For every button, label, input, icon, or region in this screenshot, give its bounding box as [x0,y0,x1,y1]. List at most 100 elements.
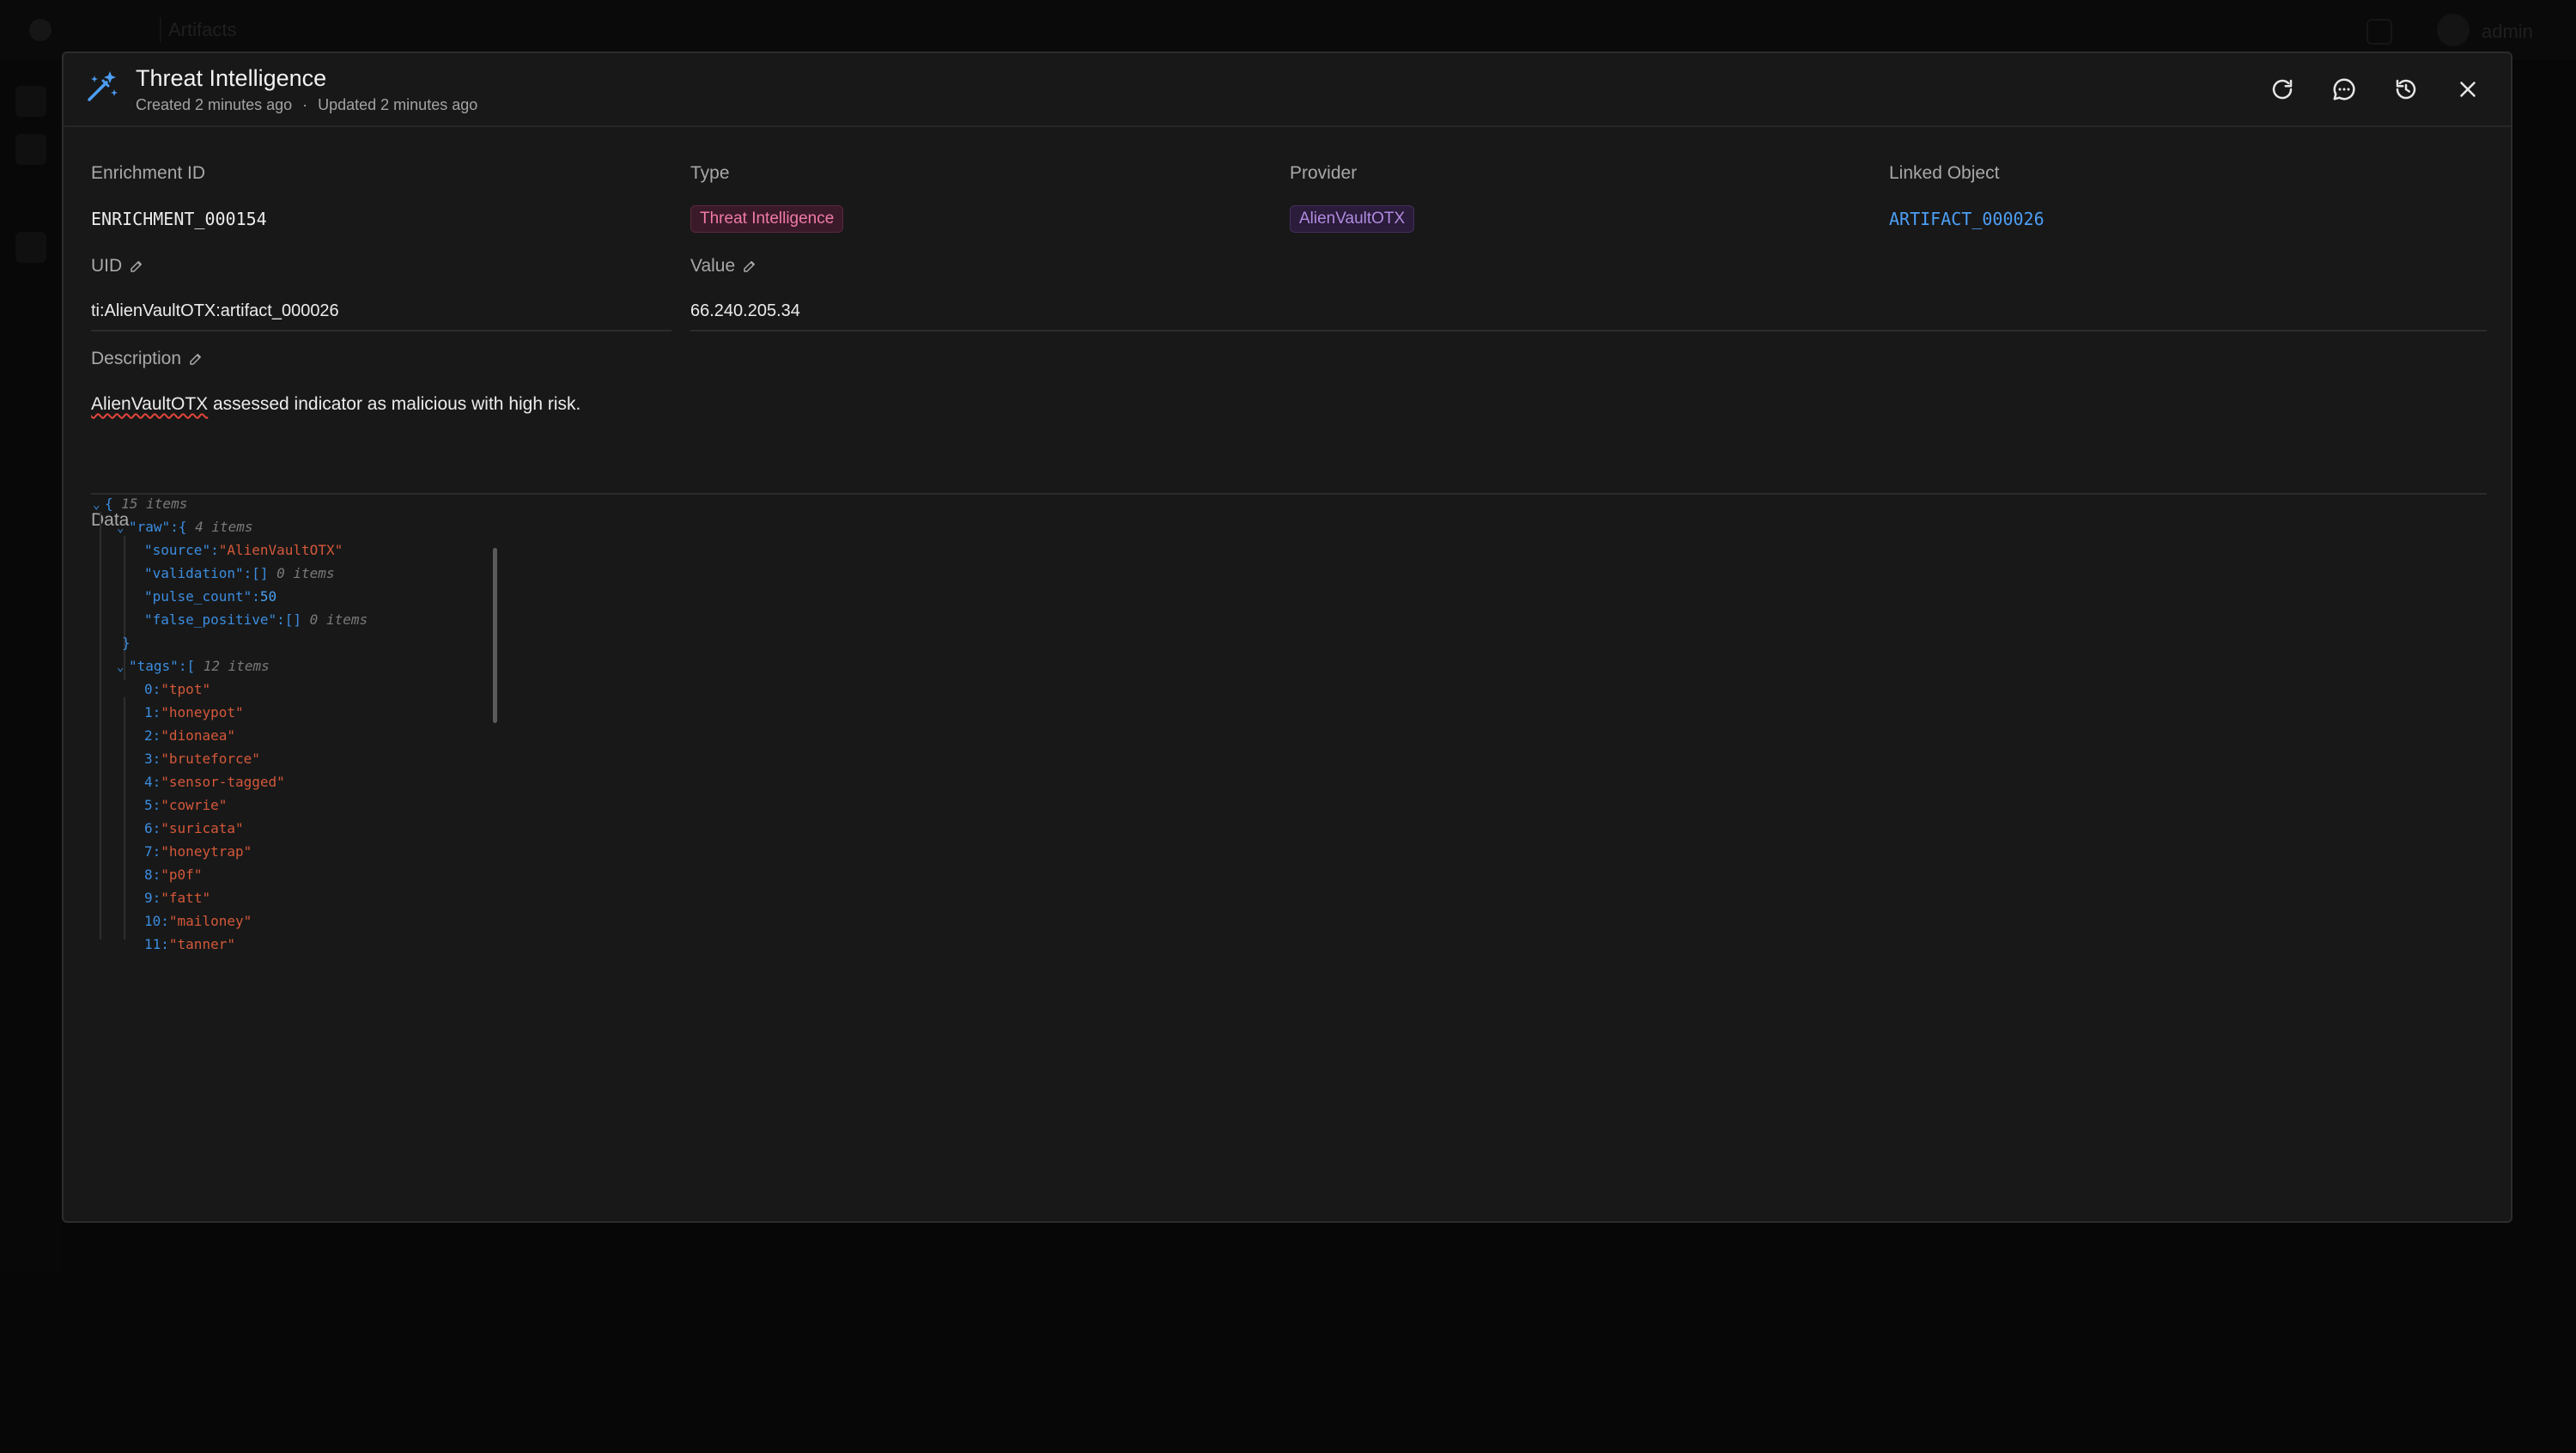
json-index: 6 [144,820,153,836]
misspelled-word: AlienVaultOTX [91,394,209,414]
json-tag-item: 5:"cowrie" [144,797,228,813]
background-sidebar-item [15,232,46,263]
background-sidebar [0,60,62,1274]
json-index: 4 [144,774,153,790]
refresh-button[interactable] [2265,72,2300,106]
json-false-positive-line: "false_positive":[] 0 items [144,611,368,628]
modal-header: Threat Intelligence Created 2 minutes ag… [64,53,2511,127]
edit-uid-icon[interactable] [129,258,144,274]
json-string: "suricata" [161,820,244,836]
json-string: "honeytrap" [161,843,252,860]
json-string: "bruteforce" [161,751,260,767]
background-notification-icon [2366,19,2392,45]
linked-object-link[interactable]: ARTIFACT_000026 [1889,209,2044,229]
json-guide-tags [124,697,125,939]
magic-wand-icon [84,69,120,105]
modal-subtitle: Created 2 minutes ago · Updated 2 minutes … [136,96,477,114]
linked-object-label: Linked Object [1889,163,2000,183]
provider-label: Provider [1290,163,1358,183]
uid-underline [91,330,671,331]
refresh-icon [2272,79,2293,100]
comment-icon [2333,78,2355,100]
edit-description-icon[interactable] [188,351,204,367]
collapse-caret-icon[interactable]: ⌄ [93,494,105,516]
json-key: "false_positive" [144,611,277,628]
value-label: Value [690,256,757,277]
app-logo-icon [29,19,52,41]
description-rest: assessed indicator as malicious with hig… [208,394,581,414]
uid-label-text: UID [91,256,123,276]
json-key: "pulse_count" [144,588,252,605]
json-pulse-line: "pulse_count":50 [144,588,277,605]
edit-value-icon[interactable] [742,258,757,274]
json-index: 0 [144,681,153,697]
json-validation-line: "validation":[] 0 items [144,565,335,581]
history-button[interactable] [2389,72,2423,106]
json-index: 1 [144,704,153,720]
json-string: "cowrie" [161,797,228,813]
json-index: 7 [144,843,153,860]
value-value[interactable]: 66.240.205.34 [690,301,800,321]
json-colon: :{ [170,519,196,535]
description-value[interactable]: AlienVaultOTX assessed indicator as mali… [91,394,580,415]
json-index: 2 [144,727,153,744]
json-tag-item: 10:"mailoney" [144,913,252,929]
background-breadcrumb: Artifacts [168,19,237,40]
collapse-caret-icon[interactable]: ⌄ [117,656,129,678]
enrichment-id-label: Enrichment ID [91,163,206,183]
background-sidebar-item [15,134,46,165]
json-tag-item: 7:"honeytrap" [144,843,252,860]
json-tag-item: 0:"tpot" [144,681,211,697]
json-raw-line[interactable]: ⌄ "raw":{ 4 items [117,516,253,538]
enrichment-id-value: ENRICHMENT_000154 [91,209,267,229]
uid-value[interactable]: ti:AlienVaultOTX:artifact_000026 [91,301,339,321]
json-index: 11 [144,936,161,952]
json-string: "fatt" [161,890,211,906]
json-tag-item: 3:"bruteforce" [144,751,260,767]
type-chip: Threat Intelligence [690,205,844,233]
json-index: 5 [144,797,153,813]
json-guide-root [100,512,101,939]
json-raw-count: 4 items [195,519,253,535]
json-string: "tpot" [161,681,211,697]
json-index: 9 [144,890,153,906]
json-root-count: 15 items [121,495,188,512]
json-string: "tanner" [168,936,235,952]
json-index: 10 [144,913,161,929]
comments-button[interactable] [2327,72,2361,106]
json-string: "mailoney" [168,913,252,929]
collapse-caret-icon[interactable]: ⌄ [117,517,129,539]
json-source-line: "source":"AlienVaultOTX" [144,542,343,558]
uid-label: UID [91,256,144,277]
value-underline [690,330,2487,331]
json-tags-line[interactable]: ⌄ "tags":[ 12 items [117,655,270,678]
background-username: admin [2482,21,2533,42]
close-button[interactable] [2451,72,2485,106]
close-icon [2460,82,2476,97]
background-avatar [2437,14,2470,46]
json-brace: { [105,495,122,512]
type-label: Type [690,163,730,183]
json-raw-close: } [122,635,131,651]
subtitle-separator: · [302,96,308,113]
json-string: "honeypot" [161,704,244,720]
json-number: 50 [259,588,277,605]
json-string: "p0f" [161,866,203,883]
json-string: "AlienVaultOTX" [218,542,343,558]
json-string: "sensor-tagged" [161,774,285,790]
json-tag-item: 4:"sensor-tagged" [144,774,285,790]
json-scrollbar[interactable] [493,548,497,723]
json-validation-count: 0 items [276,565,335,581]
json-tags-count: 12 items [203,658,270,674]
updated-time: Updated 2 minutes ago [318,96,478,113]
json-viewer[interactable]: ⌄{ 15 items ⌄ "raw":{ 4 items "source":"A… [89,493,493,1453]
created-time: Created 2 minutes ago [136,96,293,113]
json-tag-item: 1:"honeypot" [144,704,244,720]
json-index: 3 [144,751,153,767]
json-key: "source" [144,542,211,558]
history-icon [2396,79,2416,100]
background-sidebar-item [15,86,46,117]
json-root-line[interactable]: ⌄{ 15 items [93,493,187,515]
json-string: "dionaea" [161,727,235,744]
json-tag-item: 2:"dionaea" [144,727,235,744]
